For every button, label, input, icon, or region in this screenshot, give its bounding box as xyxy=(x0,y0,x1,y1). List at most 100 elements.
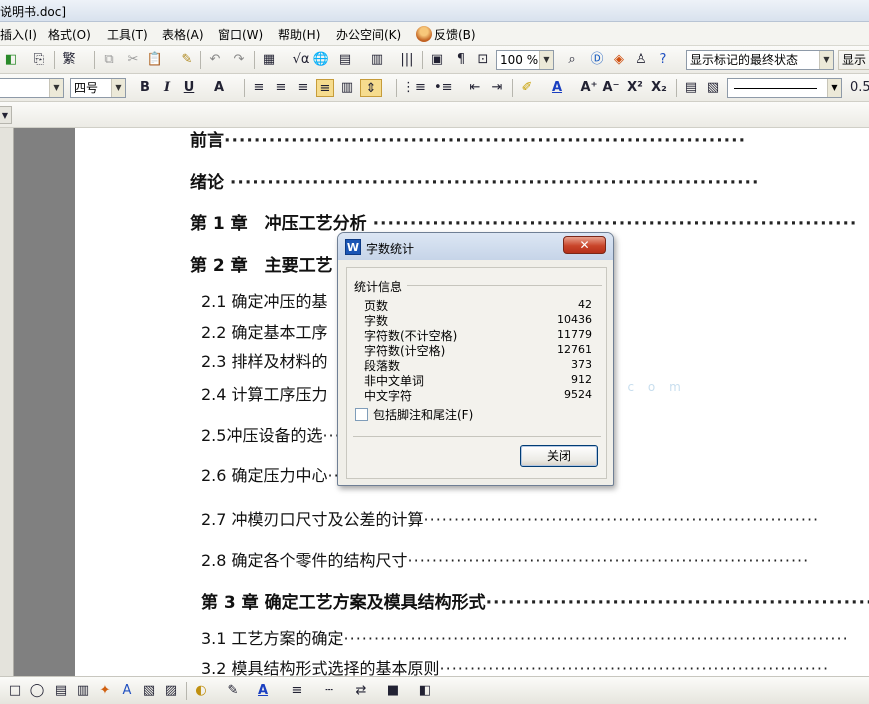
numbered-list-icon[interactable]: ⋮≡ xyxy=(402,79,426,97)
fill-color-icon[interactable]: ◐ xyxy=(192,682,210,700)
italic-icon[interactable]: I xyxy=(158,79,176,97)
tab-strip: ▼ xyxy=(0,102,869,128)
reader-icon[interactable]: Ⓓ xyxy=(588,51,606,69)
footnotes-checkbox[interactable] xyxy=(355,408,368,421)
track-changes-combo[interactable]: 显示标记的最终状态 ▼ xyxy=(686,50,834,70)
decrease-indent-icon[interactable]: ⇤ xyxy=(466,79,484,97)
line-spacing-icon[interactable]: ⇕ xyxy=(360,79,382,97)
line-color-icon[interactable]: ✎ xyxy=(224,682,242,700)
template-icon[interactable]: ◈ xyxy=(610,51,628,69)
line-width-value[interactable]: 0.5 xyxy=(850,79,869,97)
char-border-icon[interactable]: A xyxy=(210,79,228,97)
chevron-down-icon[interactable]: ▼ xyxy=(0,106,12,124)
toc-entry: 第 1 章 冲压工艺分析 ···························… xyxy=(190,214,858,234)
picture-icon[interactable]: ▧ xyxy=(140,682,158,700)
menu-help[interactable]: 帮助(H) xyxy=(278,26,320,44)
show-menu[interactable]: 显示 xyxy=(838,50,869,70)
insert-picture-icon[interactable]: ▧ xyxy=(704,79,722,97)
help-icon[interactable]: ? xyxy=(654,51,672,69)
font-color-icon[interactable]: A xyxy=(548,79,566,97)
highlight-icon[interactable]: ✐ xyxy=(518,79,536,97)
text-box-icon[interactable]: ▤ xyxy=(682,79,700,97)
increase-indent-icon[interactable]: ⇥ xyxy=(488,79,506,97)
shadow-icon[interactable]: ■ xyxy=(384,682,402,700)
undo-icon[interactable]: ↶ xyxy=(206,51,224,69)
underline-icon[interactable]: U xyxy=(180,79,198,97)
3d-icon[interactable]: ◧ xyxy=(416,682,434,700)
subscript-icon[interactable]: X₂ xyxy=(650,79,668,97)
table-insert-icon[interactable]: ▦ xyxy=(260,51,278,69)
zoom-page-icon[interactable]: ⊡ xyxy=(474,51,492,69)
toc-entry: 3.1 工艺方案的确定·····························… xyxy=(201,629,849,648)
new-doc-icon[interactable]: ◧ xyxy=(2,51,20,69)
text-color-icon[interactable]: A xyxy=(254,682,272,700)
menu-insert[interactable]: 插入(I) xyxy=(0,26,37,44)
group-label: 统计信息 xyxy=(354,280,403,294)
traditional-chinese-icon[interactable]: 繁 xyxy=(60,51,78,69)
menu-office-space[interactable]: 办公空间(K) xyxy=(336,26,401,44)
ellipse-icon[interactable]: ◯ xyxy=(28,682,46,700)
shrink-font-icon[interactable]: A⁻ xyxy=(602,79,620,97)
close-button[interactable]: 关闭 xyxy=(520,445,598,467)
vertical-textbox-icon[interactable]: ▥ xyxy=(74,682,92,700)
cut-icon[interactable]: ✂ xyxy=(124,51,142,69)
menu-format[interactable]: 格式(O) xyxy=(48,26,91,44)
rectangle-icon[interactable]: □ xyxy=(6,682,24,700)
columns-icon[interactable]: ▥ xyxy=(368,51,386,69)
stat-value: 11779 xyxy=(557,328,592,341)
paste-icon[interactable]: 📋 xyxy=(146,51,164,69)
drawing-toggle-icon[interactable]: ||| xyxy=(398,51,416,69)
hyperlink-icon[interactable]: 🌐 xyxy=(312,51,330,69)
justify-icon[interactable]: ≡ xyxy=(316,79,334,97)
skin-icon[interactable]: ♙ xyxy=(632,51,650,69)
stat-label: 中文字符 xyxy=(364,389,413,403)
dialog-title: 字数统计 xyxy=(366,242,415,256)
line-style-combo[interactable]: ▼ xyxy=(727,78,842,98)
close-icon[interactable]: ✕ xyxy=(563,236,606,254)
standard-toolbar: ◧ ⎘ 繁 ⧉ ✂ 📋 ✎ ↶ ↷ ▦ √α 🌐 ▤ ▥ ||| ▣ ¶ ⊡ 1… xyxy=(0,46,869,74)
line-style-icon[interactable]: ≡ xyxy=(288,682,306,700)
chevron-down-icon: ▼ xyxy=(49,79,63,97)
stat-value: 10436 xyxy=(557,313,592,326)
binoculars-icon[interactable]: ⌕ xyxy=(563,51,581,69)
align-left-icon[interactable]: ≡ xyxy=(250,79,268,97)
footnotes-checkbox-label[interactable]: 包括脚注和尾注(F) xyxy=(373,406,473,423)
dialog-titlebar[interactable]: W 字数统计 ✕ xyxy=(338,233,613,260)
toc-entry: 2.7 冲模刃口尺寸及公差的计算························… xyxy=(201,510,820,529)
menu-feedback[interactable]: 反馈(B) xyxy=(416,26,476,44)
chevron-down-icon: ▼ xyxy=(819,51,833,69)
menu-table[interactable]: 表格(A) xyxy=(162,26,204,44)
superscript-icon[interactable]: X² xyxy=(626,79,644,97)
toc-entry: 2.4 计算工序压力 xyxy=(201,385,328,404)
grow-font-icon[interactable]: A⁺ xyxy=(580,79,598,97)
bold-icon[interactable]: B xyxy=(136,79,154,97)
word-count-dialog: W 字数统计 ✕ 统计信息 页数 42 字数 10436 字符数(不计空格) 1… xyxy=(337,232,614,486)
toc-entry: 2.2 确定基本工序 xyxy=(201,323,328,342)
paragraph-marks-icon[interactable]: ¶ xyxy=(452,51,470,69)
toc-entry: 第 2 章 主要工艺 xyxy=(190,256,333,276)
print-preview-icon[interactable]: ⎘ xyxy=(30,51,48,69)
textbox-icon[interactable]: ▤ xyxy=(52,682,70,700)
chart-icon[interactable]: ▨ xyxy=(162,682,180,700)
wordart-icon[interactable]: A xyxy=(118,682,136,700)
formula-icon[interactable]: √α xyxy=(292,51,310,69)
document-map-icon[interactable]: ▣ xyxy=(428,51,446,69)
clipart-icon[interactable]: ✦ xyxy=(96,682,114,700)
format-painter-icon[interactable]: ✎ xyxy=(178,51,196,69)
toc-entry: 2.3 排样及材料的 xyxy=(201,352,328,371)
distributed-icon[interactable]: ▥ xyxy=(338,79,356,97)
font-size-combo[interactable]: 四号 ▼ xyxy=(70,78,126,98)
copy-icon[interactable]: ⧉ xyxy=(100,51,118,69)
menu-window[interactable]: 窗口(W) xyxy=(218,26,263,44)
align-right-icon[interactable]: ≡ xyxy=(294,79,312,97)
menu-tools[interactable]: 工具(T) xyxy=(107,26,148,44)
redo-icon[interactable]: ↷ xyxy=(230,51,248,69)
bullet-list-icon[interactable]: •≡ xyxy=(434,79,453,97)
dash-style-icon[interactable]: ┄ xyxy=(320,682,338,700)
font-name-combo[interactable]: ▼ xyxy=(0,78,64,98)
arrow-style-icon[interactable]: ⇄ xyxy=(352,682,370,700)
align-center-icon[interactable]: ≡ xyxy=(272,79,290,97)
chevron-down-icon: ▼ xyxy=(827,79,841,97)
zoom-combo[interactable]: 100 % ▼ xyxy=(496,50,554,70)
insert-table-icon[interactable]: ▤ xyxy=(336,51,354,69)
